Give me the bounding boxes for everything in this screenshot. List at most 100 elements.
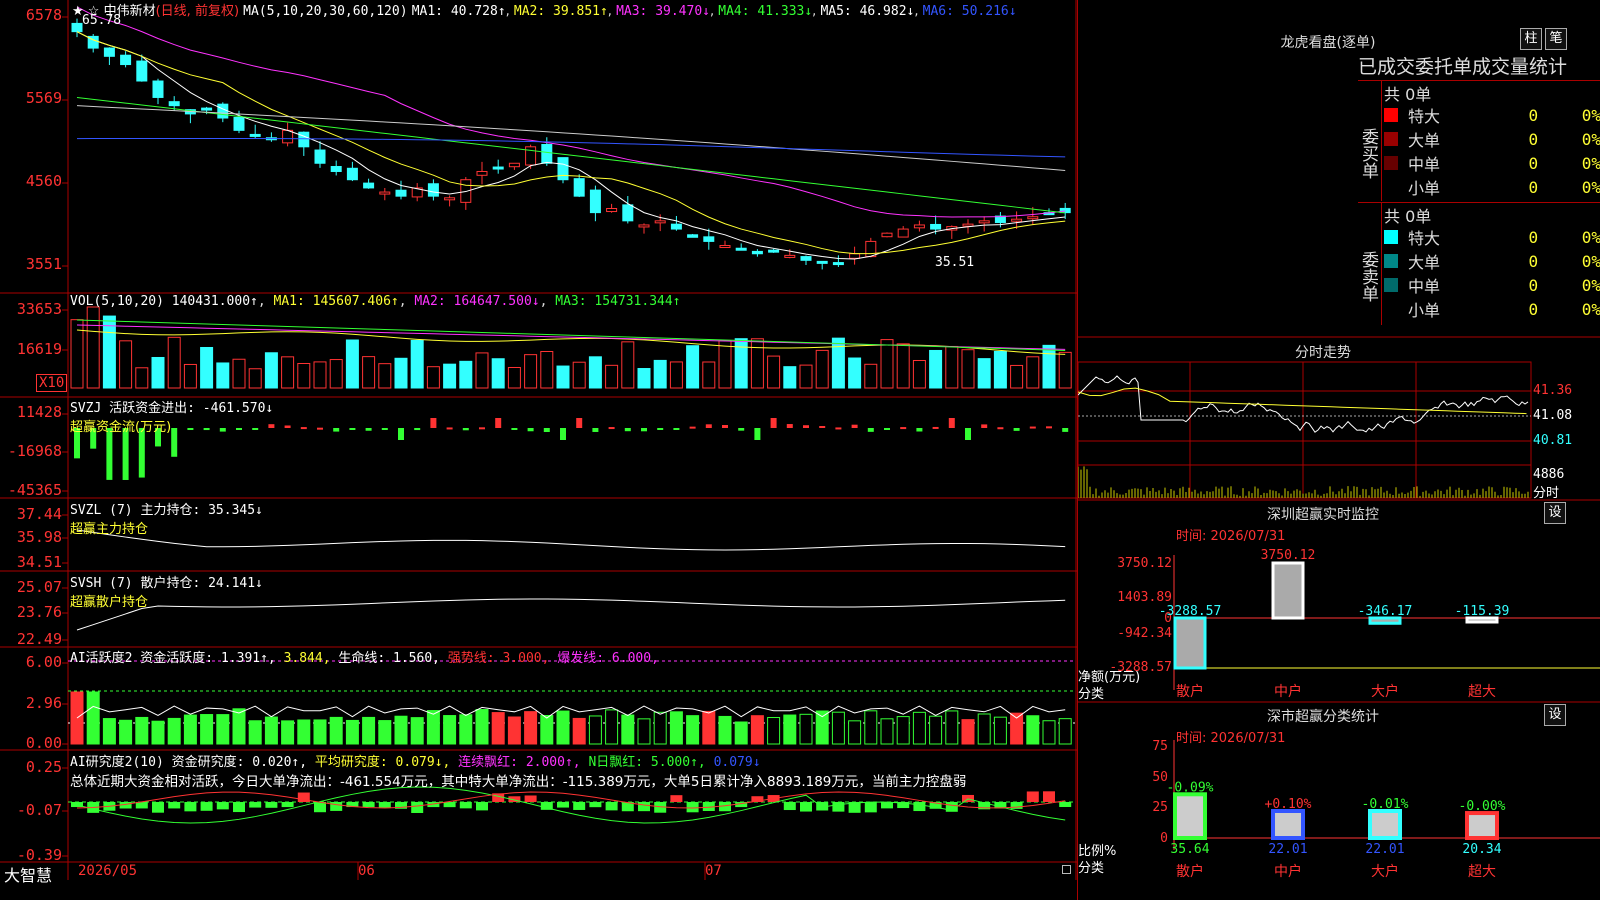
fund-flow-bar [1029, 426, 1036, 429]
candle-body [606, 208, 618, 213]
volume-bar [799, 364, 813, 389]
fund-flow-bar [446, 427, 453, 430]
buy-orders-label: 委买单 [1358, 81, 1382, 201]
activity-bar [102, 718, 116, 745]
date-label: 2026/05 [78, 863, 138, 879]
research-bar [216, 802, 229, 810]
class-category-label: 大户 [1371, 863, 1399, 880]
volume-bar [556, 365, 570, 389]
candle-body [136, 60, 148, 82]
vol-axis-label: 16619 [16, 340, 62, 358]
main-chart-svg[interactable] [0, 0, 1077, 880]
volume-bar [929, 349, 943, 389]
volume-bar [443, 363, 457, 389]
volume-bar [1026, 356, 1040, 389]
lhb-title: 龙虎看盘(逐单) [1280, 35, 1376, 51]
vol-unit-badge[interactable]: X10 [36, 374, 68, 392]
sell-orders-label: 委卖单 [1358, 203, 1382, 325]
order-stat-title: 已成交委托单成交量统计 [1358, 56, 1568, 78]
order-size-label: 小单 [1407, 301, 1440, 320]
research-bar [362, 802, 375, 808]
stock-period[interactable]: (日线, 前复权) [156, 4, 239, 19]
ai2-axis-label: -0.07 [16, 801, 62, 819]
activity-bar [248, 720, 262, 745]
order-pct: 0% [1581, 177, 1600, 197]
activity-bar [556, 710, 570, 745]
order-color-swatch [1384, 108, 1398, 122]
order-color-swatch [1384, 230, 1398, 244]
volume-bar [394, 357, 408, 389]
buy-order-row: 小单 0 0% [1384, 175, 1600, 199]
price-low-mark: 35.51 [935, 255, 975, 270]
ai-activity-header: AI活跃度2 资金活跃度: 1.391↑, 3.844, 生命线: 1.560,… [70, 651, 659, 666]
monitor-value-label: -115.39 [1455, 604, 1510, 619]
research-bar [589, 802, 602, 808]
monitor-category-label: 超大 [1468, 684, 1496, 700]
research-bar [557, 802, 569, 808]
monitor-settings-button[interactable]: 设 [1544, 502, 1566, 524]
fund-flow-bar [754, 428, 761, 440]
volume-bar [605, 364, 619, 389]
candle-body [557, 157, 569, 181]
sell-order-row: 小单 0 0% [1384, 297, 1600, 321]
buy-order-row: 中单 0 0% [1384, 151, 1600, 175]
order-pct: 0% [1581, 105, 1600, 125]
fund-flow-bar [641, 428, 647, 432]
tick-mode-button[interactable]: 笔 [1545, 28, 1567, 50]
order-pct: 0% [1581, 227, 1600, 247]
research-bar [1026, 791, 1039, 802]
candle-body [832, 262, 844, 266]
research-bar [281, 802, 294, 808]
candle-body [120, 54, 132, 66]
order-qty: 0 [1528, 129, 1539, 149]
volume-bar [912, 359, 926, 389]
research-bar [411, 802, 424, 813]
research-bar [783, 802, 796, 811]
volume-bar [734, 338, 748, 389]
activity-bar [345, 719, 359, 745]
fund-flow-bar [722, 425, 728, 428]
fund-flow-bar [786, 424, 793, 428]
activity-bar [524, 711, 538, 745]
bar-mode-button[interactable]: 柱 [1520, 28, 1542, 50]
fund-flow-bar [576, 418, 583, 428]
candle-body [379, 191, 391, 195]
svsh-axis-label: 22.49 [16, 630, 62, 648]
main-chart-area[interactable]: ★ ☆ 中伟新材(日线, 前复权) MA(5,10,20,30,60,120) … [0, 0, 1077, 880]
candle-body [217, 103, 229, 119]
activity-bar [864, 710, 878, 745]
candle-body [541, 144, 553, 164]
intraday-axis-label: 41.08 [1533, 408, 1573, 423]
candle-body [962, 223, 974, 227]
activity-bar [572, 717, 586, 745]
ai-research-header: AI研究度2(10) 资金研究度: 0.020↑, 平均研究度: 0.079↓,… [70, 755, 761, 770]
price-axis-label: 5569 [25, 89, 62, 107]
candle-body [978, 220, 990, 224]
svzl-header: SVZL (7) 主力持仓: 35.345↓ 超赢主力持仓 [70, 503, 263, 537]
volume-bar [167, 336, 181, 389]
research-bar [168, 802, 181, 809]
volume-bar [1010, 364, 1024, 389]
research-bar [265, 802, 278, 808]
activity-bar [718, 715, 732, 745]
monitor-time: 时间: 2026/07/31 [1176, 529, 1286, 544]
ai1-axis-label: 0.00 [25, 734, 62, 752]
monitor-bar [1173, 616, 1207, 670]
order-size-label: 中单 [1407, 155, 1440, 174]
intraday-axis-label: 41.36 [1533, 383, 1573, 398]
class-settings-button[interactable]: 设 [1544, 704, 1566, 726]
order-color-swatch [1384, 132, 1398, 146]
research-bar [249, 802, 262, 808]
volume-bar [750, 338, 764, 389]
candle-body [103, 47, 115, 57]
ma-line [76, 329, 1066, 355]
fund-flow-bar [997, 427, 1004, 430]
intraday-vol-label: 4886 [1533, 467, 1565, 482]
candle-body [71, 22, 83, 33]
monitor-category-label: 散户 [1176, 683, 1204, 700]
lock-icon[interactable] [1062, 865, 1071, 874]
activity-bar [540, 714, 554, 745]
ai1-axis-label: 2.96 [25, 694, 62, 712]
research-bar [1059, 802, 1072, 808]
summary-text: 总体近期大资金相对活跃，今日大单净流出：-461.554万元，其中特大单净流出：… [70, 774, 967, 790]
